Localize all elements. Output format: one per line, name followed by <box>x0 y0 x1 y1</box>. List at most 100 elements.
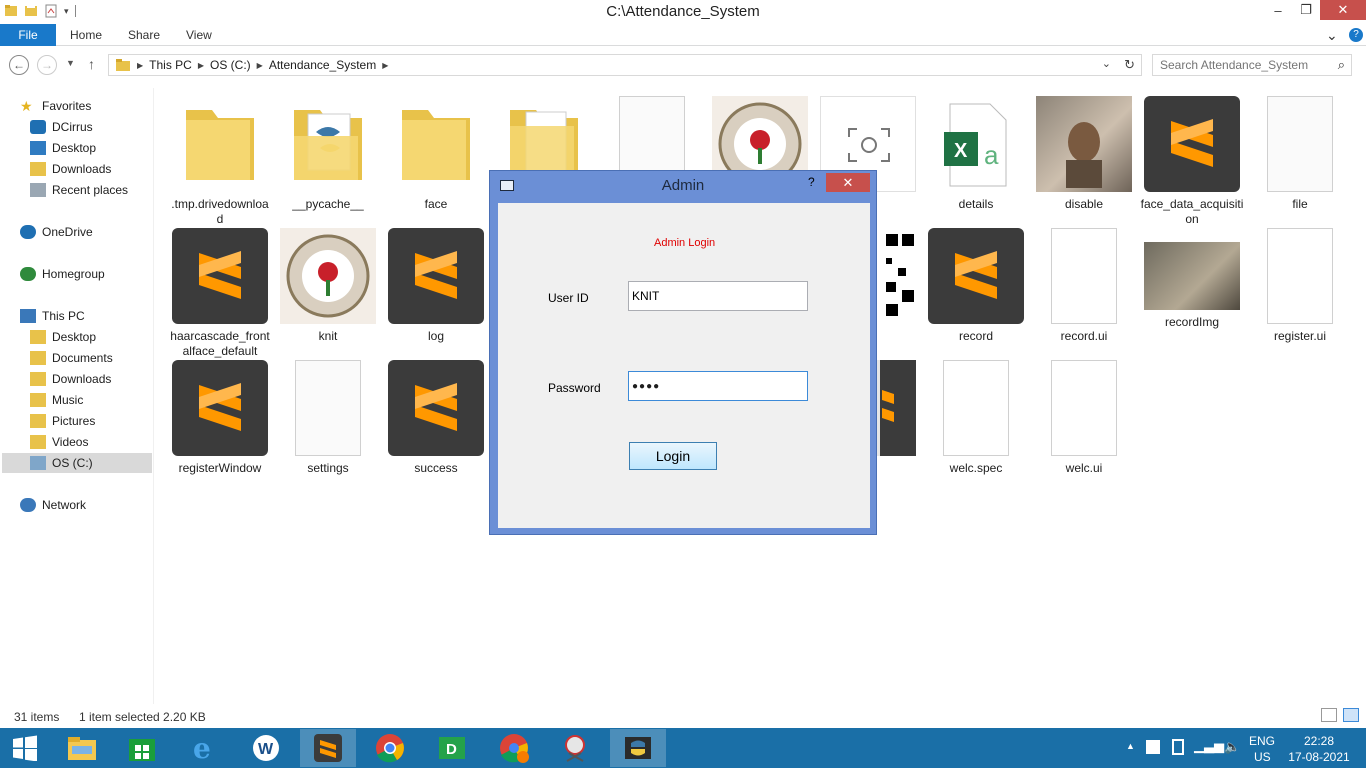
file-explorer-taskbar-icon[interactable] <box>54 729 110 767</box>
refresh-icon[interactable]: ↻ <box>1124 57 1135 73</box>
nav-homegroup[interactable]: Homegroup <box>20 264 105 284</box>
language-indicator[interactable]: ENG US <box>1249 733 1275 765</box>
search-icon[interactable]: ⌕ <box>1338 57 1345 73</box>
file-name: record <box>958 329 993 343</box>
file-item[interactable]: __pycache__ <box>276 96 380 212</box>
nav-dcirrus[interactable]: DCirrus <box>30 117 93 137</box>
file-item[interactable]: Xa details <box>924 96 1028 212</box>
file-item[interactable]: log <box>384 228 488 344</box>
file-item[interactable]: record <box>924 228 1028 344</box>
chrome-taskbar-icon[interactable] <box>362 729 418 767</box>
status-bar: 31 items 1 item selected 2.20 KB <box>0 706 1366 728</box>
user-id-field[interactable] <box>628 281 808 311</box>
breadcrumb-separator-icon[interactable]: ▶ <box>382 61 388 70</box>
close-button[interactable]: ✕ <box>1320 0 1366 20</box>
nav-os-c[interactable]: OS (C:) <box>2 453 152 473</box>
file-item[interactable]: .tmp.drivedownload <box>168 96 272 227</box>
file-item[interactable]: haarcascade_frontalface_default <box>168 228 272 359</box>
breadcrumb-separator-icon[interactable]: ▶ <box>137 61 143 70</box>
nav-this-pc[interactable]: This PC <box>20 306 85 326</box>
file-item[interactable]: face_data_acquisition <box>1140 96 1244 227</box>
breadcrumb-this-pc[interactable]: This PC <box>149 58 192 72</box>
clock[interactable]: 22:28 17-08-2021 <box>1288 733 1350 765</box>
search-input[interactable] <box>1153 55 1323 75</box>
minimize-button[interactable]: – <box>1264 0 1292 20</box>
nav-label: This PC <box>42 309 85 323</box>
tab-file[interactable]: File <box>0 24 56 46</box>
chrome-profile-taskbar-icon[interactable] <box>486 729 542 767</box>
large-icons-view-icon[interactable] <box>1343 708 1359 722</box>
nav-videos[interactable]: Videos <box>30 432 88 452</box>
file-item[interactable]: settings <box>276 360 380 476</box>
folder-icon <box>388 96 484 192</box>
nav-documents[interactable]: Documents <box>30 348 113 368</box>
up-icon[interactable]: ↑ <box>88 56 95 72</box>
start-button[interactable] <box>0 729 50 767</box>
nav-recent-places[interactable]: Recent places <box>30 180 128 200</box>
nav-favorites[interactable]: ★ Favorites <box>20 96 91 116</box>
address-dropdown-icon[interactable]: ⌄ <box>1102 57 1111 70</box>
forward-icon[interactable]: → <box>37 55 57 75</box>
breadcrumb-separator-icon[interactable]: ▶ <box>257 61 263 70</box>
breadcrumb-attendance-system[interactable]: Attendance_System <box>269 58 376 72</box>
folder-icon <box>30 393 46 407</box>
nav-music[interactable]: Music <box>30 390 83 410</box>
tab-view[interactable]: View <box>186 24 212 46</box>
nav-network[interactable]: Network <box>20 495 86 515</box>
app-taskbar-icon[interactable]: W <box>238 729 294 767</box>
file-item[interactable]: knit <box>276 228 380 344</box>
details-view-icon[interactable] <box>1321 708 1337 722</box>
login-button[interactable]: Login <box>629 442 717 470</box>
file-item[interactable]: file <box>1248 96 1352 212</box>
breadcrumb-separator-icon[interactable]: ▶ <box>198 61 204 70</box>
tab-home[interactable]: Home <box>70 24 102 46</box>
file-item[interactable]: face <box>384 96 488 212</box>
snipping-tool-taskbar-icon[interactable] <box>548 729 604 767</box>
password-field[interactable]: ●●●● <box>628 371 808 401</box>
sublime-text-icon <box>172 360 268 456</box>
store-taskbar-icon[interactable] <box>114 729 170 767</box>
maximize-button[interactable]: ❐ <box>1292 0 1320 20</box>
nav-pc-downloads[interactable]: Downloads <box>30 369 111 389</box>
app-d-taskbar-icon[interactable]: D <box>424 729 480 767</box>
folder-icon <box>30 372 46 386</box>
nav-downloads[interactable]: Downloads <box>30 159 111 179</box>
tab-share[interactable]: Share <box>128 24 160 46</box>
battery-icon[interactable] <box>1172 739 1184 755</box>
recent-locations-icon[interactable]: ▼ <box>66 58 75 68</box>
selection-info: 1 item selected 2.20 KB <box>79 710 206 724</box>
file-item[interactable]: recordImg <box>1140 228 1244 330</box>
nav-desktop[interactable]: Desktop <box>30 138 96 158</box>
document-icon <box>295 360 361 456</box>
nav-onedrive[interactable]: OneDrive <box>20 222 93 242</box>
file-item[interactable]: record.ui <box>1032 228 1136 344</box>
sublime-text-taskbar-icon[interactable] <box>300 729 356 767</box>
action-center-icon[interactable] <box>1146 740 1160 754</box>
expand-ribbon-icon[interactable]: ⌄ <box>1326 24 1338 46</box>
dialog-close-button[interactable]: ✕ <box>826 173 870 192</box>
file-item[interactable]: welc.spec <box>924 360 1028 476</box>
breadcrumb-os-c[interactable]: OS (C:) <box>210 58 251 72</box>
file-name: log <box>427 329 444 343</box>
python-taskbar-icon[interactable] <box>610 729 666 767</box>
file-item[interactable]: register.ui <box>1248 228 1352 344</box>
volume-icon[interactable]: 🔈 <box>1224 739 1240 755</box>
file-item[interactable]: welc.ui <box>1032 360 1136 476</box>
svg-text:a: a <box>984 140 999 170</box>
address-bar[interactable]: ▶ This PC ▶ OS (C:) ▶ Attendance_System … <box>108 54 1142 76</box>
help-button[interactable]: ? <box>808 175 815 189</box>
file-item[interactable]: registerWindow <box>168 360 272 476</box>
item-count: 31 items <box>14 710 60 724</box>
nav-pictures[interactable]: Pictures <box>30 411 95 431</box>
help-icon[interactable]: ? <box>1349 28 1363 42</box>
network-signal-icon[interactable]: ▁▃▅ <box>1194 738 1224 754</box>
show-hidden-icons-icon[interactable]: ▲ <box>1126 741 1135 751</box>
back-icon[interactable]: ← <box>9 55 29 75</box>
file-item[interactable]: success <box>384 360 488 476</box>
search-box[interactable]: ⌕ <box>1152 54 1352 76</box>
nav-pc-desktop[interactable]: Desktop <box>30 327 96 347</box>
image-thumbnail-icon <box>280 228 376 324</box>
internet-explorer-taskbar-icon[interactable]: e <box>176 729 232 767</box>
folder-icon <box>116 59 130 71</box>
file-item[interactable]: disable <box>1032 96 1136 212</box>
